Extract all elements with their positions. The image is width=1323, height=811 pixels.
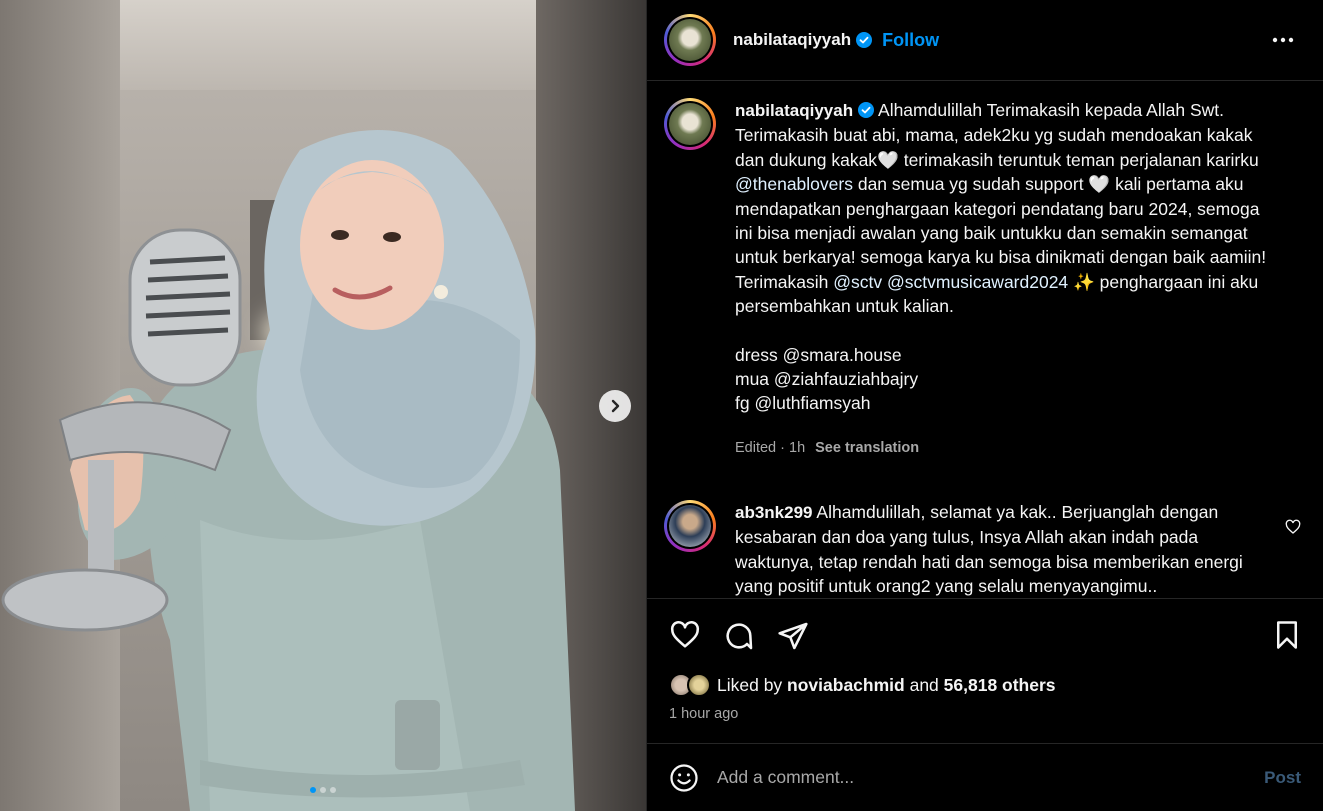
- post-media[interactable]: [0, 0, 646, 811]
- see-translation-button[interactable]: See translation: [815, 440, 919, 456]
- share-paper-plane-icon[interactable]: [777, 620, 809, 652]
- caption-username[interactable]: nabilataqiyyah: [735, 101, 853, 120]
- likes-count[interactable]: 56,818 others: [944, 675, 1056, 695]
- add-comment-bar: Post: [647, 743, 1323, 811]
- caption-author-avatar[interactable]: [664, 98, 716, 150]
- instagram-post-modal: nabilataqiyyah Follow nabilataqiyyah Alh…: [0, 0, 1323, 811]
- liker-username[interactable]: noviabachmid: [787, 675, 905, 695]
- comment-input[interactable]: [717, 767, 1237, 788]
- caption-text: nabilataqiyyah Alhamdulillah Terimakasih…: [735, 98, 1280, 460]
- commenter-avatar[interactable]: [664, 500, 716, 552]
- save-bookmark-icon[interactable]: [1273, 620, 1301, 650]
- follow-button[interactable]: Follow: [882, 30, 939, 51]
- verified-badge-icon: [856, 32, 873, 48]
- edited-timestamp: Edited · 1h: [735, 439, 806, 456]
- liker-avatar: [687, 673, 711, 697]
- avatar-border: [667, 17, 713, 63]
- caption: nabilataqiyyah Alhamdulillah Terimakasih…: [664, 98, 1280, 460]
- post-timestamp: 1 hour ago: [669, 706, 739, 722]
- photo-subject: [1, 130, 575, 811]
- mention-link[interactable]: @thenablovers: [735, 174, 853, 194]
- avatar-image: [669, 505, 711, 547]
- avatar-border: [667, 101, 713, 147]
- post-actions: Liked by noviabachmid and 56,818 others …: [647, 598, 1323, 743]
- emoji-picker-icon[interactable]: [669, 763, 699, 793]
- mention-link[interactable]: @sctv: [833, 272, 882, 292]
- caption-meta: Edited · 1h See translation: [735, 436, 1280, 460]
- post-side-panel: nabilataqiyyah Follow nabilataqiyyah Alh…: [646, 0, 1323, 811]
- mention-link[interactable]: @sctvmusicaward2024: [887, 272, 1068, 292]
- post-comment-button[interactable]: Post: [1264, 768, 1301, 788]
- avatar-image: [669, 19, 711, 61]
- like-heart-icon[interactable]: [669, 619, 701, 651]
- avatar-border: [667, 503, 713, 549]
- carousel-dot: [330, 787, 336, 793]
- author-username[interactable]: nabilataqiyyah: [733, 30, 851, 50]
- likes-text[interactable]: Liked by noviabachmid and 56,818 others: [717, 675, 1056, 696]
- comments-scroll-area[interactable]: nabilataqiyyah Alhamdulillah Terimakasih…: [647, 82, 1323, 598]
- likes-summary: Liked by noviabachmid and 56,818 others: [669, 673, 1056, 697]
- carousel-dot: [310, 787, 316, 793]
- credit-mua: mua @ziahfauziahbajry: [735, 369, 919, 390]
- author-avatar[interactable]: [664, 14, 716, 66]
- credit-fg: fg @luthfiamsyah: [735, 393, 871, 414]
- comment-item: ab3nk299 Alhamdulillah, selamat ya kak..…: [664, 500, 1255, 598]
- likes-middle: and: [904, 674, 944, 695]
- verified-badge-icon: [858, 102, 875, 118]
- comment-bubble-icon[interactable]: [723, 620, 755, 652]
- like-comment-heart-icon[interactable]: [1285, 519, 1301, 535]
- carousel-dot: [320, 787, 326, 793]
- avatar-image: [669, 103, 711, 145]
- credit-dress: dress @smara.house: [735, 344, 902, 365]
- commenter-username[interactable]: ab3nk299: [735, 503, 813, 522]
- next-slide-button[interactable]: [599, 390, 631, 422]
- more-options-icon[interactable]: [1271, 30, 1295, 50]
- comment-text: ab3nk299 Alhamdulillah, selamat ya kak..…: [735, 500, 1255, 598]
- liker-avatars: [669, 673, 711, 697]
- post-header: nabilataqiyyah Follow: [647, 0, 1323, 81]
- chevron-right-icon: [611, 399, 620, 413]
- likes-prefix: Liked by: [717, 674, 788, 695]
- carousel-indicator: [0, 787, 646, 793]
